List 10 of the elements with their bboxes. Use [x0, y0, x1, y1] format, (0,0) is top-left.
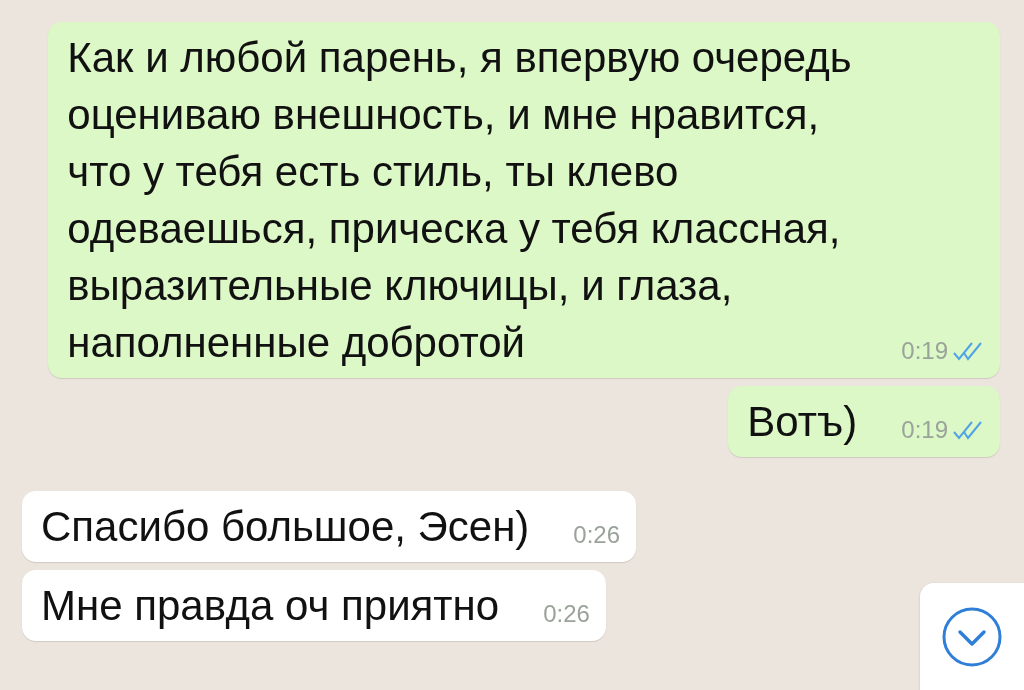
chevron-down-icon	[941, 605, 1003, 668]
message-text: Спасибо большое, Эсен)	[41, 502, 530, 552]
message-time: 0:26	[543, 600, 590, 628]
message-time: 0:19	[901, 337, 948, 365]
message-text: Как и любой парень, я впервую очередь оцениваю внешность, и мне нравится, что у тебя есть стиль, ты клево одеваешься, прическа у тебя классная, выразительные ключицы, и глаза, наполненные добротой	[67, 33, 853, 368]
message-time: 0:19	[901, 416, 948, 444]
message-text: Вотъ)	[747, 397, 858, 447]
message-time: 0:26	[573, 521, 621, 549]
message-text: Мне правда оч приятно	[41, 581, 500, 631]
scroll-down-button[interactable]	[920, 583, 1024, 690]
